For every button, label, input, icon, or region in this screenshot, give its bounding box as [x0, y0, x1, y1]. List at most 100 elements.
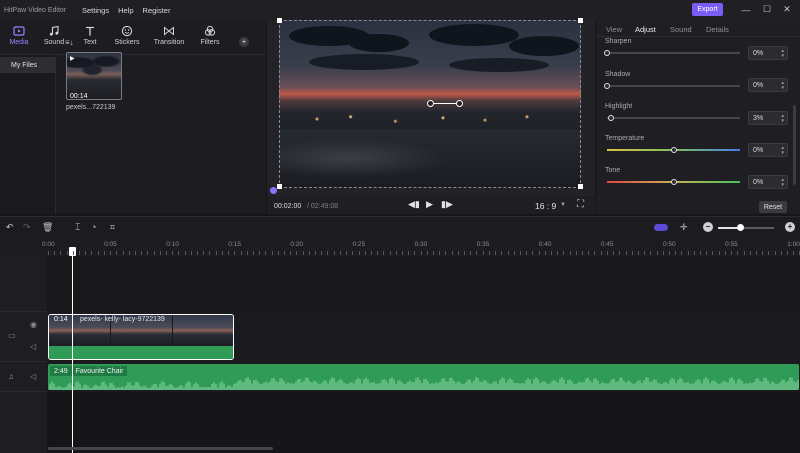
city-lights: [289, 108, 569, 130]
speed-icon[interactable]: ◔: [91, 222, 96, 232]
next-frame-icon[interactable]: ▮▶: [441, 199, 453, 210]
ruler-tick: [116, 251, 118, 255]
split-icon[interactable]: ⌶: [75, 222, 80, 233]
delete-icon[interactable]: 🗑: [42, 222, 53, 233]
audio-clip-duration: 2:49: [54, 367, 68, 375]
tool-stickers[interactable]: Stickers: [109, 24, 145, 52]
sharpen-value[interactable]: 0% ▲ ▼: [748, 46, 788, 60]
tab-adjust[interactable]: Adjust: [635, 25, 656, 34]
tab-sound[interactable]: Sound: [670, 25, 692, 34]
folder-my-files[interactable]: My Files: [0, 57, 55, 73]
ruler-tick: [172, 251, 174, 255]
chevron-down-icon[interactable]: ▼: [560, 202, 566, 208]
playhead[interactable]: [72, 250, 73, 453]
stepper-icon[interactable]: ▲ ▼: [781, 80, 785, 90]
stepper-icon[interactable]: ▲ ▼: [781, 145, 785, 155]
tool-filters[interactable]: Filters: [192, 24, 228, 52]
crop-icon[interactable]: ⌗: [110, 222, 115, 233]
menu-register[interactable]: Register: [143, 6, 171, 15]
previous-frame-icon[interactable]: ◀▮: [408, 199, 420, 210]
reset-button[interactable]: Reset: [759, 201, 787, 213]
export-button[interactable]: Export: [692, 3, 723, 16]
sort-icon[interactable]: ≡↓: [65, 38, 74, 47]
empty-track[interactable]: [47, 256, 800, 312]
fit-timeline-icon[interactable]: ✛: [680, 222, 688, 233]
tool-transition[interactable]: Transition: [151, 24, 187, 52]
temperature-slider-knob[interactable]: [670, 147, 677, 153]
ruler-tick: [296, 251, 298, 255]
tool-filters-label: Filters: [200, 39, 220, 46]
minimize-icon[interactable]: —: [739, 3, 753, 16]
stepper-icon[interactable]: ▲ ▼: [781, 113, 785, 123]
ruler-tick: [749, 251, 751, 255]
title-bar: HitPaw Video Editor Settings Help Regist…: [0, 0, 800, 20]
ruler-tick: [737, 251, 739, 255]
snap-toggle[interactable]: [654, 224, 668, 231]
sharpen-label: Sharpen: [605, 38, 632, 45]
resize-handle[interactable]: [578, 184, 583, 189]
resize-handle[interactable]: [578, 18, 583, 23]
maximize-icon[interactable]: ☐: [760, 3, 774, 16]
filters-icon: [203, 24, 217, 37]
fullscreen-icon[interactable]: ⛶: [577, 199, 584, 210]
tone-value[interactable]: 0% ▲ ▼: [748, 175, 788, 189]
ruler-tick: [656, 251, 658, 255]
close-icon[interactable]: ✕: [780, 3, 794, 16]
shadow-value[interactable]: 0% ▲ ▼: [748, 78, 788, 92]
visibility-eye-icon[interactable]: ◉: [30, 320, 37, 329]
ruler-tick: [321, 251, 323, 255]
highlight-slider[interactable]: [607, 117, 740, 119]
shadow-label: Shadow: [605, 71, 631, 78]
mute-audio-icon[interactable]: ◁: [30, 342, 36, 351]
ruler-tick: [414, 251, 416, 255]
temperature-value-text: 0%: [753, 146, 764, 154]
clip-audio-strip: [49, 346, 233, 359]
redo-icon[interactable]: ↷: [23, 222, 31, 233]
tool-media[interactable]: Media: [1, 24, 37, 52]
highlight-value[interactable]: 3% ▲ ▼: [748, 111, 788, 125]
tone-slider-knob[interactable]: [670, 179, 677, 185]
stepper-icon[interactable]: ▲ ▼: [781, 177, 785, 187]
stepper-icon[interactable]: ▲ ▼: [781, 48, 785, 58]
temperature-value[interactable]: 0% ▲ ▼: [748, 143, 788, 157]
zoom-in-icon[interactable]: +: [785, 222, 795, 232]
ruler-tick: [377, 251, 379, 255]
play-icon[interactable]: ▶: [426, 199, 433, 210]
undo-icon[interactable]: ↶: [6, 222, 14, 233]
resize-handle[interactable]: [277, 18, 282, 23]
timeline-scrollbar[interactable]: [48, 447, 273, 450]
resize-handle[interactable]: [277, 184, 282, 189]
menu-settings[interactable]: Settings: [82, 6, 109, 15]
ruler-tick: [501, 251, 503, 255]
menu-help[interactable]: Help: [118, 6, 133, 15]
ruler-tick: [333, 251, 335, 255]
ruler-label: 0:45: [600, 241, 614, 248]
tool-text[interactable]: Text: [72, 24, 108, 52]
preview-progress-knob[interactable]: [270, 187, 277, 194]
tab-view[interactable]: View: [606, 25, 622, 34]
audio-clip-label: 2:49 Favourite Chair: [50, 366, 128, 376]
ruler-tick: [495, 251, 497, 255]
ruler-tick: [544, 251, 546, 255]
audio-clip[interactable]: [48, 364, 799, 390]
highlight-slider-knob[interactable]: [607, 115, 614, 121]
add-media-icon[interactable]: +: [239, 37, 249, 47]
shadow-slider-knob[interactable]: [604, 83, 610, 89]
ruler-tick: [215, 251, 217, 255]
motion-end-point[interactable]: [456, 100, 463, 107]
sharpen-slider-knob[interactable]: [604, 50, 610, 56]
motion-start-point[interactable]: [427, 100, 434, 107]
tab-details[interactable]: Details: [706, 25, 729, 34]
speaker-icon[interactable]: ◁: [30, 372, 36, 381]
panel-scrollbar[interactable]: [793, 105, 796, 185]
shadow-slider[interactable]: [607, 85, 740, 87]
ruler-label: 0:25: [352, 241, 366, 248]
zoom-out-icon[interactable]: −: [703, 222, 713, 232]
clip-frame: [173, 315, 233, 346]
sharpen-slider[interactable]: [607, 52, 740, 54]
media-thumbnail[interactable]: ▶ 00:14: [66, 52, 122, 100]
aspect-ratio-select[interactable]: 16 : 9: [535, 201, 556, 211]
ruler-tick: [513, 251, 515, 255]
timeline-ruler[interactable]: [0, 238, 800, 256]
ruler-tick: [327, 251, 329, 255]
